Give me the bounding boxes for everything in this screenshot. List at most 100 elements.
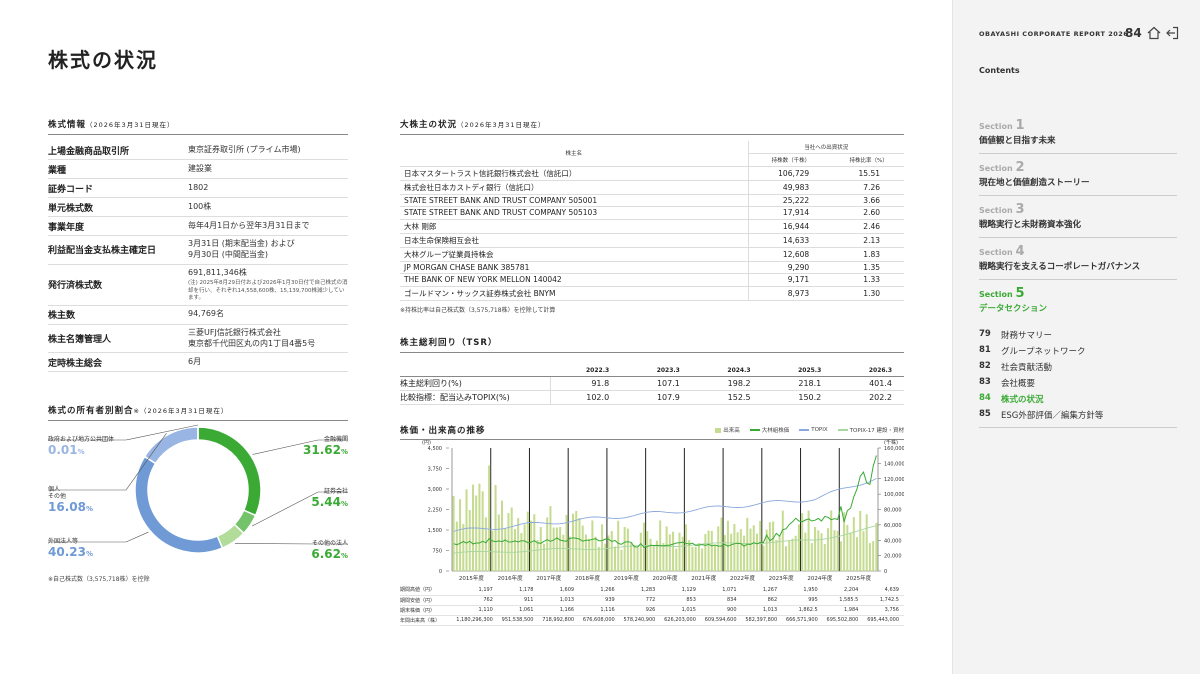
home-icon[interactable] <box>1147 26 1161 40</box>
info-row: 単元株式数 100株 <box>48 198 348 217</box>
volume-bar <box>839 541 842 571</box>
section-name: 価値観と目指す未来 <box>979 136 1056 146</box>
volume-bar <box>794 535 797 571</box>
volume-bar <box>523 524 526 571</box>
stock-table-value: 1,061 <box>497 605 539 616</box>
stock-table-value: 1,166 <box>538 605 580 616</box>
volume-bar <box>607 535 610 571</box>
info-value-line2: 9月30日 (中間配当金) <box>188 249 269 259</box>
donut-slice <box>197 426 262 517</box>
section-item-2[interactable]: Section 2 現在地と価値創造ストーリー <box>979 154 1177 196</box>
stock-table-value: 666,571,900 <box>782 615 823 626</box>
volume-bar <box>578 518 581 571</box>
left-tick: 0 <box>439 569 442 575</box>
volume-bar <box>797 524 800 571</box>
stock-table-value: 1,178 <box>497 585 539 596</box>
volume-bar <box>604 543 607 571</box>
right-tick: 80,000 <box>884 508 902 514</box>
ownership-value: 31.62% <box>303 443 348 458</box>
tsr-year: 2023.3 <box>621 365 692 377</box>
volume-bar <box>484 517 487 571</box>
volume-bar <box>791 538 794 571</box>
volume-bar <box>849 532 852 571</box>
volume-bar <box>678 532 681 571</box>
subsection-list: 79 財務サマリー 81 グループネットワーク 82 社会貢献活動 83 会社概要 84 株式の状… <box>979 327 1177 423</box>
info-key: 発行済株式数 <box>48 281 103 292</box>
stock-data-table: 期間高値（円） 1,197 1,178 1,609 1,266 1,283 1,129 1,0… <box>400 585 904 626</box>
stock-table-value: 1,013 <box>538 595 580 606</box>
volume-bar <box>468 510 471 571</box>
info-value-line: 94,769名 <box>188 309 224 319</box>
shareholder-shares: 16,944 <box>748 219 834 234</box>
shareholder-ratio: 1.30 <box>833 286 904 301</box>
volume-bar <box>626 528 629 571</box>
tsr-label: 株主総利回り(%) <box>400 376 551 391</box>
stock-table-value: 1,950 <box>782 585 823 596</box>
subsection-item[interactable]: 81 グループネットワーク <box>979 343 1177 359</box>
shareholder-row: 日本生命保険相互会社 14,633 2.13 <box>400 233 904 248</box>
year-label: 2023年度 <box>769 574 794 582</box>
shareholder-ratio: 15.51 <box>833 166 904 181</box>
tsr-value: 198.2 <box>691 376 763 391</box>
subsection-page: 84 <box>979 393 991 403</box>
ownership-name: 証券会社 <box>323 488 348 495</box>
info-note: (注) 2025年8月29日付および2026年1月30日付で自己株式の消却を行い… <box>188 280 348 301</box>
subsection-name: 財務サマリー <box>1001 331 1053 341</box>
volume-bar <box>710 530 713 571</box>
section-item-5[interactable]: Section 5 データセクション <box>979 280 1177 321</box>
volume-bar <box>601 524 604 571</box>
section-item-1[interactable]: Section 1 価値観と目指す未来 <box>979 112 1177 154</box>
volume-bar <box>549 506 552 571</box>
info-key: 利益配当金支払株主確定日 <box>48 246 157 257</box>
shareholder-name: STATE STREET BANK AND TRUST COMPANY 5051… <box>400 206 749 220</box>
stock-table-row: 年間出来高（株） 1,180,296,300 951,538,500 718,992,… <box>400 615 904 626</box>
shareholder-shares: 49,983 <box>748 180 834 195</box>
volume-bar <box>517 518 520 571</box>
volume-bar <box>559 526 562 571</box>
volume-bar <box>594 536 597 571</box>
subsection-item[interactable]: 79 財務サマリー <box>979 327 1177 343</box>
volume-bar <box>772 521 775 571</box>
subsection-item[interactable]: 82 社会貢献活動 <box>979 359 1177 375</box>
stock-table-value: 695,502,800 <box>822 615 864 626</box>
shareholder-ratio: 1.33 <box>833 273 904 287</box>
volume-bar <box>497 514 500 571</box>
stock-table-value: 911 <box>497 595 539 606</box>
stock-table-value: 1,585.5 <box>822 595 864 606</box>
stock-table-value: 609,594,600 <box>700 615 742 626</box>
shareholder-row: 日本マスタートラスト信託銀行株式会社（信託口） 106,729 15.51 <box>400 166 904 181</box>
volume-bar <box>475 495 478 571</box>
section-item-4[interactable]: Section 4 戦略実行を支えるコーポレートガバナンス <box>979 238 1177 280</box>
volume-bar <box>581 525 584 571</box>
back-icon[interactable] <box>1165 26 1179 40</box>
volume-bar <box>646 531 649 571</box>
section-item-3[interactable]: Section 3 戦略実行と未財務資本強化 <box>979 196 1177 238</box>
info-key: 事業年度 <box>48 222 85 233</box>
left-tick: 2,250 <box>428 508 442 514</box>
shareholder-row: 株式会社日本カストディ銀行（信託口） 49,983 7.26 <box>400 180 904 195</box>
ownership-donut-chart <box>48 424 348 554</box>
info-value: 94,769名 <box>188 306 348 323</box>
subsection-item[interactable]: 84 株式の状況 <box>979 391 1177 407</box>
info-row: 株主数 94,769名 <box>48 306 348 325</box>
info-key: 証券コード <box>48 184 94 195</box>
volume-bar <box>665 526 668 571</box>
volume-bar <box>652 546 655 571</box>
stock-table-value: 582,397,800 <box>741 615 783 626</box>
volume-bar <box>552 527 555 571</box>
volume-bar <box>859 510 862 571</box>
subsection-item[interactable]: 83 会社概要 <box>979 375 1177 391</box>
volume-bar <box>649 538 652 571</box>
tsr-value: 202.2 <box>833 390 904 405</box>
shareholder-name: 日本生命保険相互会社 <box>400 233 749 248</box>
volume-bar <box>613 546 616 571</box>
tsr-year: 2022.3 <box>550 365 622 377</box>
volume-bar <box>546 517 549 571</box>
ownership-note: ※自己株式数（3,575,718株）を控除 <box>48 576 150 583</box>
subsection-page: 83 <box>979 377 991 387</box>
volume-bar <box>597 546 600 571</box>
stock-info-table: 上場金融商品取引所 東京証券取引所 (プライム市場) 業種 建設業 証券コード 1802 単… <box>48 141 348 373</box>
stock-table-value: 762 <box>452 595 498 606</box>
subsection-item[interactable]: 85 ESG外部評価／編集方針等 <box>979 407 1177 423</box>
volume-bar <box>610 531 613 571</box>
